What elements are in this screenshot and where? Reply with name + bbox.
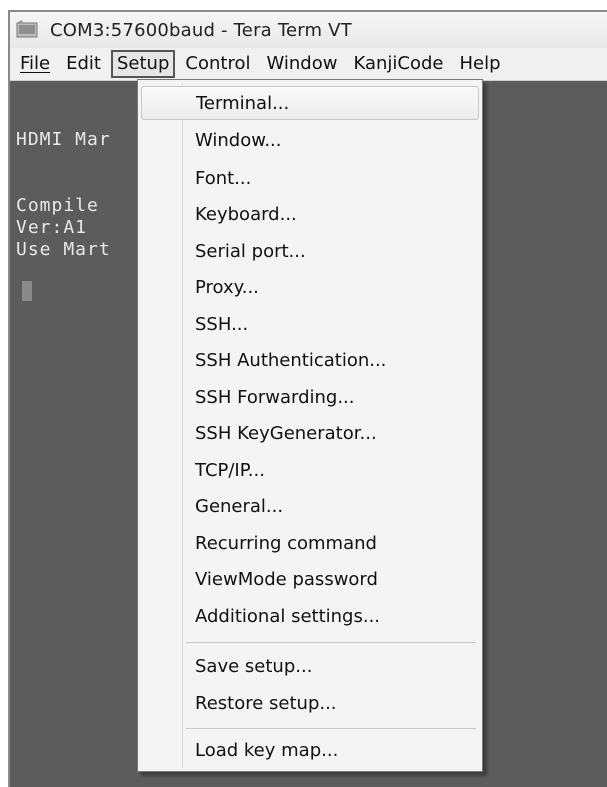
menu-item-keyboard[interactable]: Keyboard... <box>141 198 479 232</box>
menu-item-ssh-keygenerator[interactable]: SSH KeyGenerator... <box>141 417 479 451</box>
menu-item-proxy[interactable]: Proxy... <box>141 271 479 305</box>
menu-help[interactable]: Help <box>453 50 506 78</box>
menu-item-viewmode-password[interactable]: ViewMode password <box>141 563 479 597</box>
setup-dropdown-menu: Terminal... Window... Font... Keyboard..… <box>137 79 483 772</box>
menu-file[interactable]: File <box>14 50 56 78</box>
menu-item-general[interactable]: General... <box>141 490 479 524</box>
menu-item-ssh-forwarding[interactable]: SSH Forwarding... <box>141 381 479 415</box>
terminal-line: Ver:A1 <box>16 217 88 238</box>
menu-item-restore-setup[interactable]: Restore setup... <box>141 687 479 721</box>
menu-kanjicode[interactable]: KanjiCode <box>347 50 449 78</box>
menu-item-terminal[interactable]: Terminal... <box>141 86 479 120</box>
window-title: COM3:57600baud - Tera Term VT <box>50 19 352 41</box>
terminal-line: Compile <box>16 195 111 216</box>
menu-bar: File Edit Setup Control Window KanjiCode… <box>10 48 607 81</box>
terminal-line: HDMI Mar <box>16 129 111 150</box>
menu-separator <box>186 728 476 729</box>
menu-item-save-setup[interactable]: Save setup... <box>141 650 479 684</box>
menu-item-ssh[interactable]: SSH... <box>141 308 479 342</box>
menu-edit[interactable]: Edit <box>60 50 107 78</box>
menu-window[interactable]: Window <box>260 50 343 78</box>
terminal-line: Use Mart <box>16 239 111 260</box>
title-bar[interactable]: COM3:57600baud - Tera Term VT <box>10 12 607 48</box>
menu-control[interactable]: Control <box>179 50 256 78</box>
menu-item-serial-port[interactable]: Serial port... <box>141 235 479 269</box>
menu-item-additional-settings[interactable]: Additional settings... <box>141 600 479 634</box>
terminal-cursor <box>22 281 32 301</box>
menu-item-recurring-command[interactable]: Recurring command <box>141 527 479 561</box>
menu-setup[interactable]: Setup <box>110 50 176 78</box>
menu-item-ssh-authentication[interactable]: SSH Authentication... <box>141 344 479 378</box>
menu-separator <box>186 642 476 643</box>
menu-item-tcp-ip[interactable]: TCP/IP... <box>141 454 479 488</box>
menu-item-font[interactable]: Font... <box>141 162 479 196</box>
menu-item-load-key-map[interactable]: Load key map... <box>141 734 479 768</box>
tera-term-app-icon[interactable] <box>16 20 40 40</box>
menu-item-window[interactable]: Window... <box>141 124 479 158</box>
